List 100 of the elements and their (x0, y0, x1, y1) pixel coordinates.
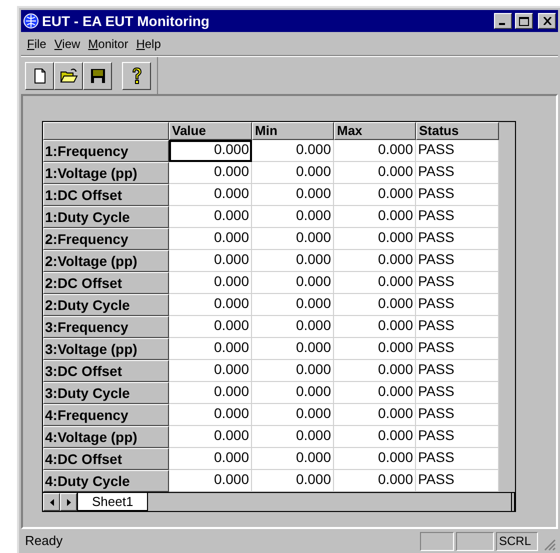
globe-icon (23, 13, 39, 29)
column-header: Status (416, 122, 499, 140)
table-cell: 0.000 (252, 470, 334, 492)
blank-page-icon (34, 68, 46, 84)
table-cell: 0.000 (334, 360, 416, 382)
table-cell: 0.000 (252, 382, 334, 404)
table-cell[interactable]: 0.000 (169, 140, 252, 162)
row-header: 4:Duty Cycle (43, 470, 169, 492)
minimize-button[interactable] (494, 13, 512, 29)
maximize-button[interactable] (515, 13, 533, 29)
table-cell[interactable]: 0.000 (169, 162, 252, 184)
toolbar-button[interactable] (122, 62, 151, 90)
column-header: Value (169, 122, 252, 140)
table-cell: PASS (416, 360, 499, 382)
table-cell: 0.000 (334, 470, 416, 492)
status-panel: SCRL (496, 532, 538, 550)
table-cell: 0.000 (252, 338, 334, 360)
table-cell: 0.000 (334, 228, 416, 250)
table-cell[interactable]: 0.000 (169, 250, 252, 272)
row-header: 2:DC Offset (43, 272, 169, 294)
toolbar-button[interactable] (83, 62, 112, 90)
column-header: Max (334, 122, 416, 140)
row-header: 3:Frequency (43, 316, 169, 338)
table-cell[interactable]: 0.000 (169, 382, 252, 404)
left-arrow-icon (50, 498, 54, 506)
table-cell: 0.000 (252, 162, 334, 184)
table-cell: 0.000 (252, 404, 334, 426)
table-cell: PASS (416, 206, 499, 228)
table-cell: 0.000 (334, 272, 416, 294)
right-arrow-icon (66, 498, 70, 506)
table-cell[interactable]: 0.000 (169, 206, 252, 228)
table-cell: 0.000 (334, 206, 416, 228)
row-header: 2:Duty Cycle (43, 294, 169, 316)
table-cell: PASS (416, 272, 499, 294)
table-cell[interactable]: 0.000 (169, 294, 252, 316)
row-header: 1:Voltage (pp) (43, 162, 169, 184)
table-cell[interactable]: 0.000 (169, 316, 252, 338)
table-cell: 0.000 (252, 228, 334, 250)
table-cell: PASS (416, 338, 499, 360)
table-cell: PASS (416, 250, 499, 272)
table-cell: PASS (416, 184, 499, 206)
table-cell[interactable]: 0.000 (169, 426, 252, 448)
toolbar-button[interactable] (54, 62, 83, 90)
table-cell: 0.000 (334, 426, 416, 448)
table-cell: 0.000 (252, 206, 334, 228)
status-panel (456, 532, 494, 550)
table-cell: 0.000 (334, 404, 416, 426)
table-cell: 0.000 (334, 338, 416, 360)
table-cell[interactable]: 0.000 (169, 448, 252, 470)
table-cell: 0.000 (252, 316, 334, 338)
row-header: 2:Frequency (43, 228, 169, 250)
table-cell: PASS (416, 470, 499, 492)
table-cell: PASS (416, 228, 499, 250)
table-cell: PASS (416, 382, 499, 404)
sheet-tab[interactable]: Sheet1 (77, 493, 148, 511)
table-cell: PASS (416, 426, 499, 448)
table-cell: PASS (416, 140, 499, 162)
table-cell: PASS (416, 316, 499, 338)
row-header: 3:Voltage (pp) (43, 338, 169, 360)
table-cell: 0.000 (252, 448, 334, 470)
scroll-left-button[interactable] (43, 493, 60, 511)
menu-item[interactable]: Monitor (86, 34, 130, 52)
folder-icon (60, 68, 78, 84)
table-cell[interactable]: 0.000 (169, 338, 252, 360)
menu-item[interactable]: View (52, 34, 82, 52)
close-button[interactable] (538, 13, 556, 29)
table-cell: 0.000 (252, 294, 334, 316)
status-text: Ready (24, 532, 64, 550)
row-header: 4:Voltage (pp) (43, 426, 169, 448)
row-header: 2:Voltage (pp) (43, 250, 169, 272)
table-cell: 0.000 (252, 272, 334, 294)
table-cell[interactable]: 0.000 (169, 228, 252, 250)
table-cell: PASS (416, 404, 499, 426)
table-cell: 0.000 (252, 140, 334, 162)
toolbar-button[interactable] (25, 62, 54, 90)
scroll-right-button[interactable] (60, 493, 77, 511)
row-header: 4:DC Offset (43, 448, 169, 470)
table-cell: PASS (416, 448, 499, 470)
table-cell[interactable]: 0.000 (169, 470, 252, 492)
column-header: Min (252, 122, 334, 140)
table-cell: 0.000 (252, 426, 334, 448)
table-cell: 0.000 (334, 448, 416, 470)
table-cell[interactable]: 0.000 (169, 184, 252, 206)
menu-item[interactable]: Help (134, 34, 163, 52)
table-cell[interactable]: 0.000 (169, 272, 252, 294)
menu-item[interactable]: File (25, 34, 48, 52)
table-cell: 0.000 (334, 162, 416, 184)
table-cell: 0.000 (252, 184, 334, 206)
table-cell: 0.000 (252, 360, 334, 382)
table-cell[interactable]: 0.000 (169, 404, 252, 426)
status-panel (420, 532, 454, 550)
window-title: EUT - EA EUT Monitoring (42, 12, 210, 31)
row-header: 1:DC Offset (43, 184, 169, 206)
table-cell: 0.000 (252, 250, 334, 272)
table-cell: 0.000 (334, 250, 416, 272)
table-cell: 0.000 (334, 382, 416, 404)
table-cell[interactable]: 0.000 (169, 360, 252, 382)
row-header: 3:DC Offset (43, 360, 169, 382)
maximize-icon (519, 16, 529, 26)
table-cell: PASS (416, 162, 499, 184)
